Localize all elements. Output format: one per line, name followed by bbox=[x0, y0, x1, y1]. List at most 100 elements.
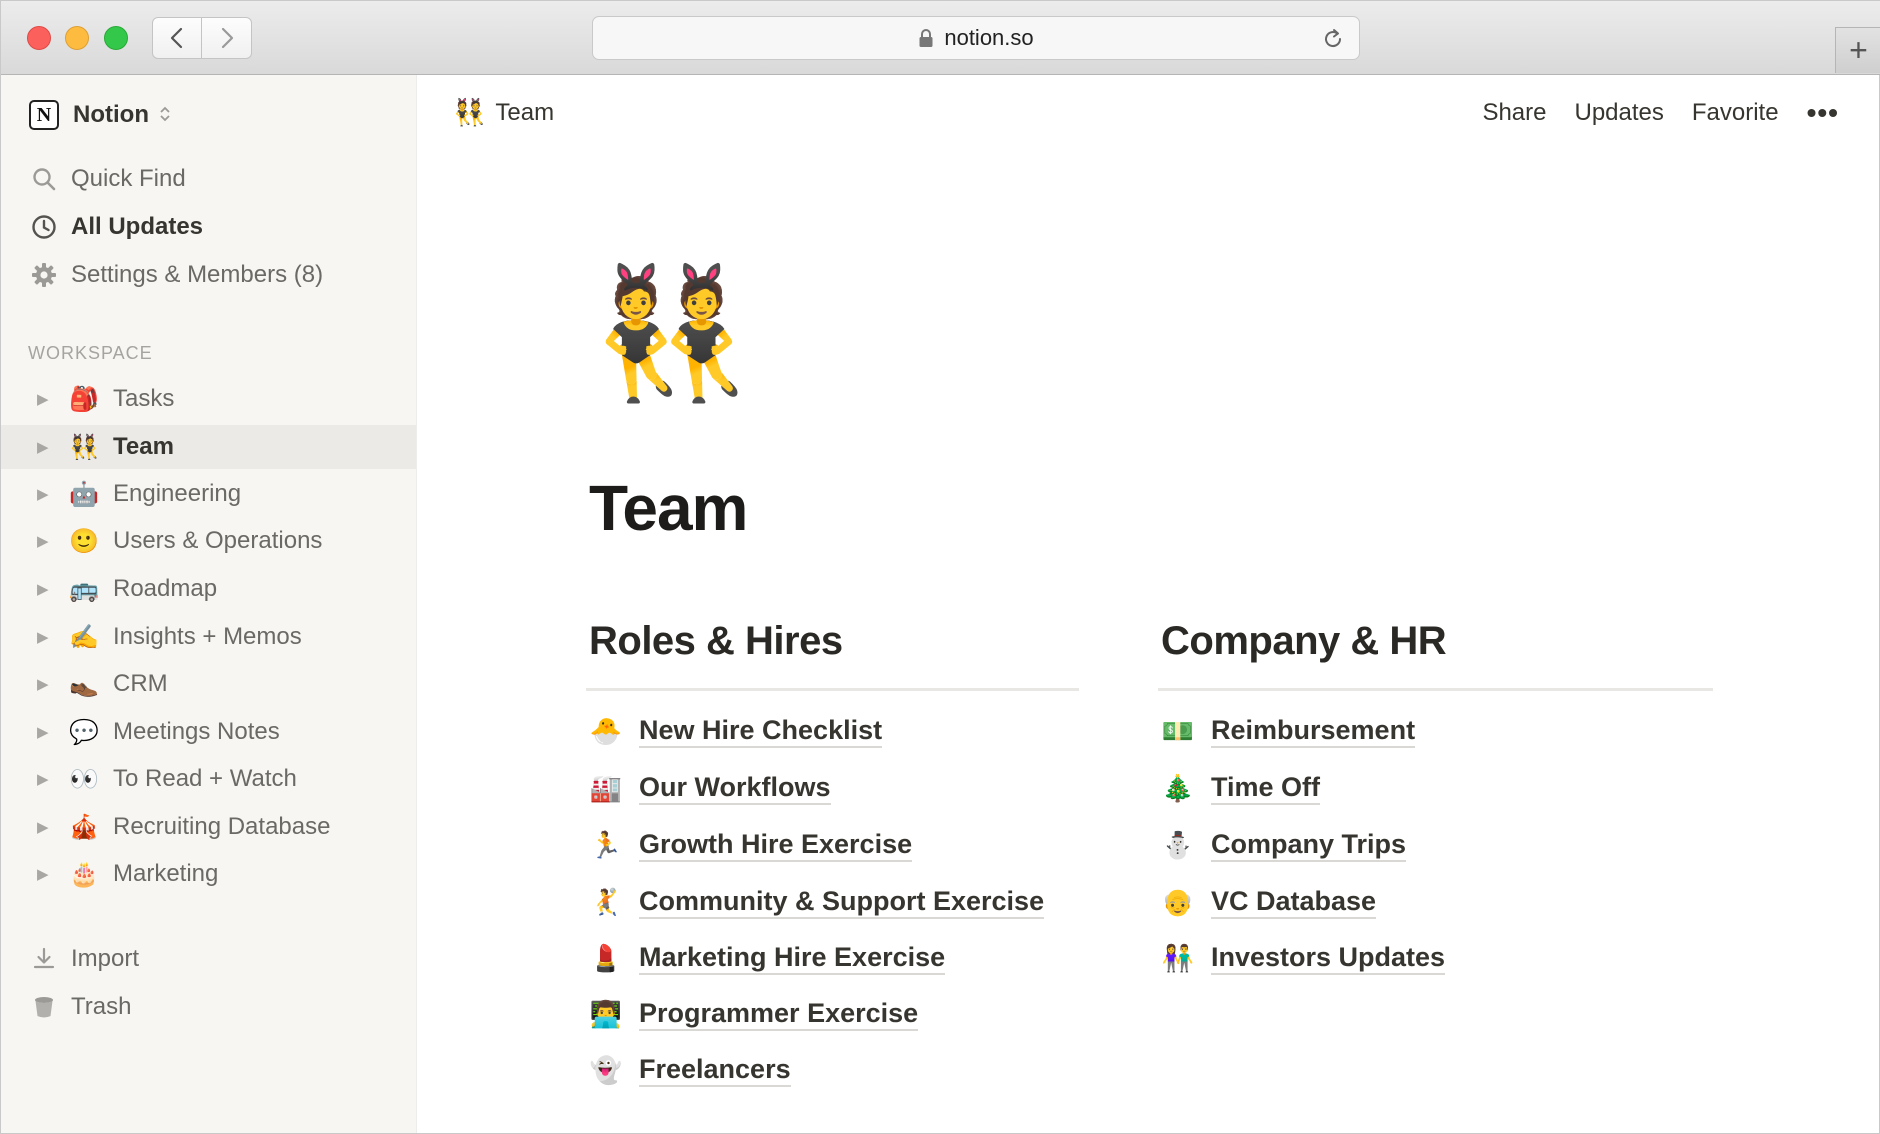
all-updates-button[interactable]: All Updates bbox=[29, 209, 203, 245]
chevron-right-icon bbox=[221, 27, 233, 49]
expand-triangle-icon[interactable]: ▶ bbox=[37, 580, 51, 598]
quick-find-button[interactable]: Quick Find bbox=[29, 161, 186, 197]
sidebar-item-label: Engineering bbox=[113, 480, 242, 507]
eyes-icon: 👀 bbox=[69, 765, 99, 793]
expand-triangle-icon[interactable]: ▶ bbox=[37, 818, 51, 836]
runner-icon: 🏃 bbox=[589, 829, 623, 860]
new-tab-button[interactable]: + bbox=[1835, 27, 1880, 73]
page-icon[interactable]: 👯 bbox=[591, 259, 750, 409]
breadcrumb[interactable]: 👯 Team bbox=[453, 97, 554, 128]
link-programmer-exercise[interactable]: 👨‍💻 Programmer Exercise bbox=[589, 994, 919, 1034]
link-label: Our Workflows bbox=[639, 771, 831, 805]
back-button[interactable] bbox=[152, 17, 202, 59]
forward-button[interactable] bbox=[202, 17, 252, 59]
reload-icon[interactable] bbox=[1321, 27, 1345, 51]
link-freelancers[interactable]: 👻 Freelancers bbox=[589, 1050, 791, 1090]
link-new-hire-checklist[interactable]: 🐣 New Hire Checklist bbox=[589, 711, 883, 751]
clock-icon bbox=[29, 212, 59, 242]
expand-triangle-icon[interactable]: ▶ bbox=[37, 770, 51, 788]
sidebar-item-label: Team bbox=[113, 433, 174, 460]
updates-button[interactable]: Updates bbox=[1574, 99, 1663, 127]
sidebar-item-meetings-notes[interactable]: ▶ 💬 Meetings Notes bbox=[1, 710, 416, 754]
bus-icon: 🚌 bbox=[69, 575, 99, 603]
top-actions: Share Updates Favorite ••• bbox=[1454, 97, 1839, 129]
expand-triangle-icon[interactable]: ▶ bbox=[37, 723, 51, 741]
sidebar-item-tasks[interactable]: ▶ 🎒 Tasks bbox=[1, 377, 416, 421]
circus-tent-icon: 🎪 bbox=[69, 813, 99, 841]
chevron-up-down-icon bbox=[159, 105, 171, 125]
factory-icon: 🏭 bbox=[589, 772, 623, 803]
link-community-support-exercise[interactable]: 🤾 Community & Support Exercise bbox=[589, 882, 1045, 922]
sidebar: N Notion Quick Find All Updates Settings… bbox=[1, 75, 417, 1133]
sidebar-item-recruiting-database[interactable]: ▶ 🎪 Recruiting Database bbox=[1, 805, 416, 849]
close-window-button[interactable] bbox=[27, 26, 51, 50]
link-label: VC Database bbox=[1211, 885, 1377, 919]
sidebar-item-label: To Read + Watch bbox=[113, 765, 297, 792]
import-label: Import bbox=[71, 945, 140, 972]
sidebar-item-to-read-watch[interactable]: ▶ 👀 To Read + Watch bbox=[1, 757, 416, 801]
link-investors-updates[interactable]: 👫 Investors Updates bbox=[1161, 938, 1446, 978]
address-bar[interactable]: notion.so bbox=[592, 16, 1360, 60]
sidebar-item-team[interactable]: ▶ 👯 Team bbox=[1, 425, 416, 469]
sidebar-item-roadmap[interactable]: ▶ 🚌 Roadmap bbox=[1, 567, 416, 611]
link-label: Reimbursement bbox=[1211, 714, 1416, 748]
sidebar-item-label: Roadmap bbox=[113, 575, 218, 602]
expand-triangle-icon[interactable]: ▶ bbox=[37, 628, 51, 646]
minimize-window-button[interactable] bbox=[65, 26, 89, 50]
backpack-icon: 🎒 bbox=[69, 385, 99, 413]
couple-icon: 👫 bbox=[1161, 942, 1195, 973]
link-reimbursement[interactable]: 💵 Reimbursement bbox=[1161, 711, 1416, 751]
settings-members-button[interactable]: Settings & Members (8) bbox=[29, 257, 323, 293]
link-label: New Hire Checklist bbox=[639, 714, 883, 748]
link-marketing-hire-exercise[interactable]: 💄 Marketing Hire Exercise bbox=[589, 938, 946, 978]
workspace-switcher[interactable]: N Notion bbox=[29, 97, 171, 133]
link-vc-database[interactable]: 👴 VC Database bbox=[1161, 882, 1377, 922]
expand-triangle-icon[interactable]: ▶ bbox=[37, 865, 51, 883]
dancers-icon: 👯 bbox=[69, 433, 99, 461]
trash-button[interactable]: Trash bbox=[29, 989, 131, 1025]
chevron-left-icon bbox=[170, 27, 183, 49]
zoom-window-button[interactable] bbox=[104, 26, 128, 50]
browser-window: notion.so + N Notion Quick Find All Upda… bbox=[0, 0, 1880, 1134]
sidebar-item-crm[interactable]: ▶ 👞 CRM bbox=[1, 662, 416, 706]
lipstick-icon: 💄 bbox=[589, 942, 623, 973]
trash-icon bbox=[29, 992, 59, 1022]
sidebar-item-insights-memos[interactable]: ▶ ✍️ Insights + Memos bbox=[1, 615, 416, 659]
smiley-icon: 🙂 bbox=[69, 527, 99, 555]
link-growth-hire-exercise[interactable]: 🏃 Growth Hire Exercise bbox=[589, 825, 913, 865]
link-label: Investors Updates bbox=[1211, 941, 1446, 975]
christmas-tree-icon: 🎄 bbox=[1161, 772, 1195, 803]
sidebar-item-marketing[interactable]: ▶ 🎂 Marketing bbox=[1, 852, 416, 896]
divider bbox=[1158, 688, 1713, 691]
expand-triangle-icon[interactable]: ▶ bbox=[37, 390, 51, 408]
expand-triangle-icon[interactable]: ▶ bbox=[37, 675, 51, 693]
all-updates-label: All Updates bbox=[71, 213, 204, 240]
link-label: Freelancers bbox=[639, 1053, 791, 1087]
sidebar-item-users-operations[interactable]: ▶ 🙂 Users & Operations bbox=[1, 519, 416, 563]
search-icon bbox=[29, 164, 59, 194]
share-button[interactable]: Share bbox=[1482, 99, 1546, 127]
trash-label: Trash bbox=[71, 993, 132, 1020]
link-time-off[interactable]: 🎄 Time Off bbox=[1161, 768, 1321, 808]
expand-triangle-icon[interactable]: ▶ bbox=[37, 485, 51, 503]
expand-triangle-icon[interactable]: ▶ bbox=[37, 532, 51, 550]
expand-triangle-icon[interactable]: ▶ bbox=[37, 438, 51, 456]
gear-icon bbox=[29, 260, 59, 290]
link-our-workflows[interactable]: 🏭 Our Workflows bbox=[589, 768, 831, 808]
import-button[interactable]: Import bbox=[29, 941, 139, 977]
link-label: Programmer Exercise bbox=[639, 997, 919, 1031]
lock-icon bbox=[919, 29, 933, 47]
sidebar-item-label: Tasks bbox=[113, 385, 175, 412]
link-label: Growth Hire Exercise bbox=[639, 828, 913, 862]
more-options-icon[interactable]: ••• bbox=[1807, 97, 1839, 129]
quick-find-label: Quick Find bbox=[71, 165, 186, 192]
sidebar-item-label: Insights + Memos bbox=[113, 623, 302, 650]
sidebar-item-engineering[interactable]: ▶ 🤖 Engineering bbox=[1, 472, 416, 516]
divider bbox=[586, 688, 1079, 691]
workspace-name: Notion bbox=[73, 101, 149, 128]
link-company-trips[interactable]: ⛄ Company Trips bbox=[1161, 825, 1407, 865]
column-heading-roles-hires: Roles & Hires bbox=[589, 619, 843, 663]
page-title[interactable]: Team bbox=[589, 471, 748, 545]
sidebar-item-label: Users & Operations bbox=[113, 527, 323, 554]
favorite-button[interactable]: Favorite bbox=[1692, 99, 1779, 127]
